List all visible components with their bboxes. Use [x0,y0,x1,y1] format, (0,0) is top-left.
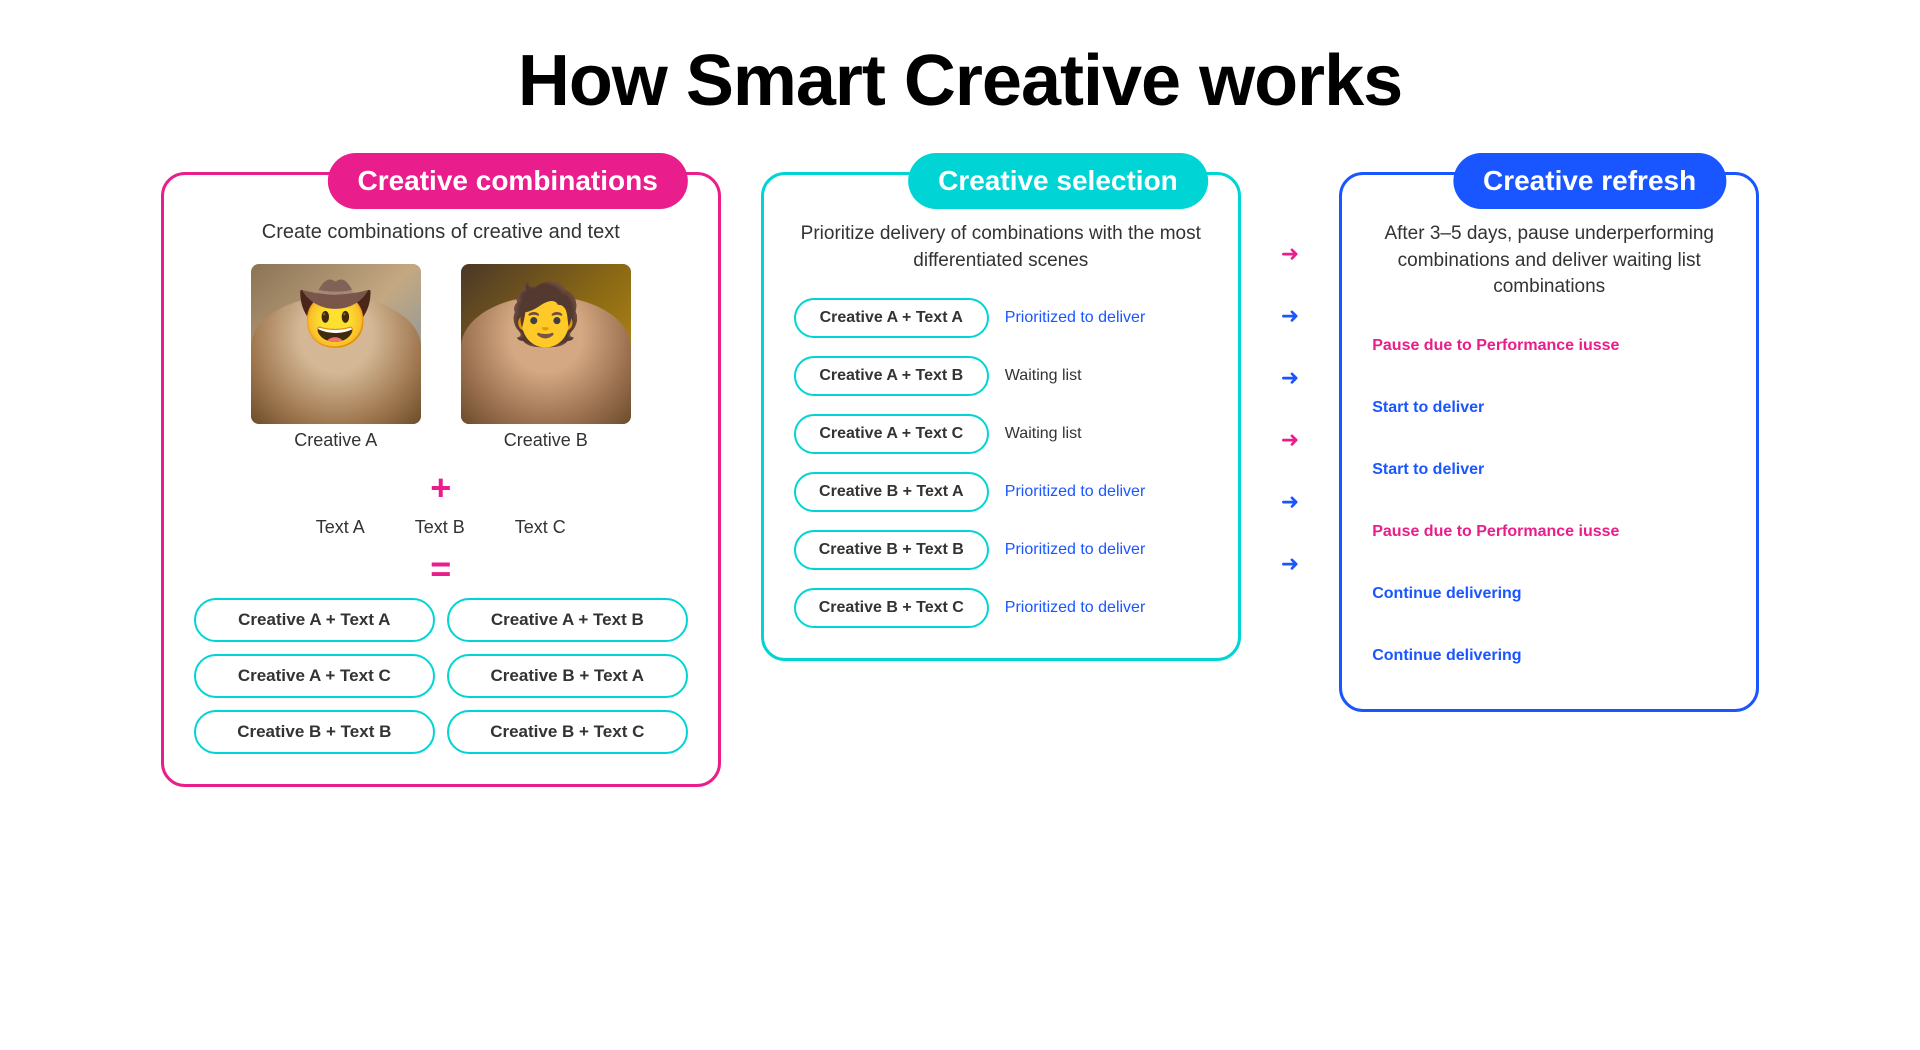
sel-pill-1: Creative A + Text B [794,356,989,396]
row-arrows: ➜ ➜ ➜ ➜ ➜ ➜ [1281,232,1299,586]
badge-refresh: Creative refresh [1453,153,1726,209]
combo-pill-3: Creative B + Text A [447,654,688,698]
sel-pill-5: Creative B + Text C [794,588,989,628]
combo-pill-0: Creative A + Text A [194,598,435,642]
panel-refresh: Creative refresh After 3–5 days, pause u… [1339,172,1759,712]
refresh-desc: After 3–5 days, pause underperforming co… [1372,221,1726,301]
refresh-rows: Pause due to Performance iusse Start to … [1372,325,1726,679]
arrow-4: ➜ [1281,480,1299,524]
text-labels: Text A Text B Text C [194,517,688,538]
refresh-action-2: Start to deliver [1372,460,1484,481]
arrow-icon-3: ➜ [1281,427,1299,453]
refresh-row-4: Continue delivering [1372,573,1726,617]
arrow-icon-2: ➜ [1281,365,1299,391]
arrow-5: ➜ [1281,542,1299,586]
badge-selection: Creative selection [908,153,1208,209]
text-label-c: Text C [515,517,566,538]
sel-status-3: Prioritized to deliver [1005,483,1208,501]
panel-selection: Creative selection Prioritize delivery o… [761,172,1241,661]
panel2-desc: Prioritize delivery of combinations with… [794,221,1208,274]
arrow-icon-1: ➜ [1281,303,1299,329]
creative-a-label: Creative A [294,430,377,451]
panels-container: Creative combinations Create combination… [60,172,1860,787]
refresh-action-0: Pause due to Performance iusse [1372,336,1619,357]
sel-status-1: Waiting list [1005,367,1208,385]
panel2-body: Prioritize delivery of combinations with… [794,221,1208,628]
sel-pill-0: Creative A + Text A [794,298,989,338]
creative-a-block: Creative A [251,264,421,451]
arrow-3: ➜ [1281,418,1299,462]
sel-row-5: Creative B + Text C Prioritized to deliv… [794,588,1208,628]
refresh-action-5: Continue delivering [1372,646,1521,667]
sel-pill-4: Creative B + Text B [794,530,989,570]
sel-row-1: Creative A + Text B Waiting list [794,356,1208,396]
combo-pill-4: Creative B + Text B [194,710,435,754]
sel-status-2: Waiting list [1005,425,1208,443]
refresh-row-0: Pause due to Performance iusse [1372,325,1726,369]
combo-pill-5: Creative B + Text C [447,710,688,754]
arrow-icon-5: ➜ [1281,551,1299,577]
page-title: How Smart Creative works [518,40,1402,122]
sel-row-0: Creative A + Text A Prioritized to deliv… [794,298,1208,338]
text-label-b: Text B [415,517,465,538]
refresh-row-1: Start to deliver [1372,387,1726,431]
creative-b-block: Creative B [461,264,631,451]
refresh-row-5: Continue delivering [1372,635,1726,679]
creative-b-image [461,264,631,424]
sel-row-2: Creative A + Text C Waiting list [794,414,1208,454]
refresh-row-2: Start to deliver [1372,449,1726,493]
sel-status-5: Prioritized to deliver [1005,599,1208,617]
selection-rows: Creative A + Text A Prioritized to deliv… [794,298,1208,628]
combo-pill-2: Creative A + Text C [194,654,435,698]
combo-pill-1: Creative A + Text B [447,598,688,642]
refresh-action-3: Pause due to Performance iusse [1372,522,1619,543]
panel1-subtitle: Create combinations of creative and text [194,221,688,244]
refresh-row-3: Pause due to Performance iusse [1372,511,1726,555]
refresh-action-1: Start to deliver [1372,398,1484,419]
badge-combinations: Creative combinations [327,153,687,209]
creative-b-label: Creative B [504,430,588,451]
panel-combinations: Creative combinations Create combination… [161,172,721,787]
creative-images: Creative A Creative B [194,264,688,451]
arrow-icon-0: ➜ [1281,241,1299,267]
sel-pill-3: Creative B + Text A [794,472,989,512]
arrow-icon-4: ➜ [1281,489,1299,515]
sel-row-4: Creative B + Text B Prioritized to deliv… [794,530,1208,570]
panel3-body: After 3–5 days, pause underperforming co… [1372,221,1726,679]
sel-pill-2: Creative A + Text C [794,414,989,454]
text-label-a: Text A [316,517,365,538]
sel-status-4: Prioritized to deliver [1005,541,1208,559]
sel-row-3: Creative B + Text A Prioritized to deliv… [794,472,1208,512]
equals-sign: = [194,548,688,590]
creative-a-image [251,264,421,424]
sel-status-0: Prioritized to deliver [1005,309,1208,327]
combination-grid: Creative A + Text A Creative A + Text B … [194,598,688,754]
plus-sign: + [194,467,688,509]
panel1-body: Create combinations of creative and text… [194,221,688,754]
refresh-action-4: Continue delivering [1372,584,1521,605]
arrow-0: ➜ [1281,232,1299,276]
arrow-1: ➜ [1281,294,1299,338]
arrow-2: ➜ [1281,356,1299,400]
